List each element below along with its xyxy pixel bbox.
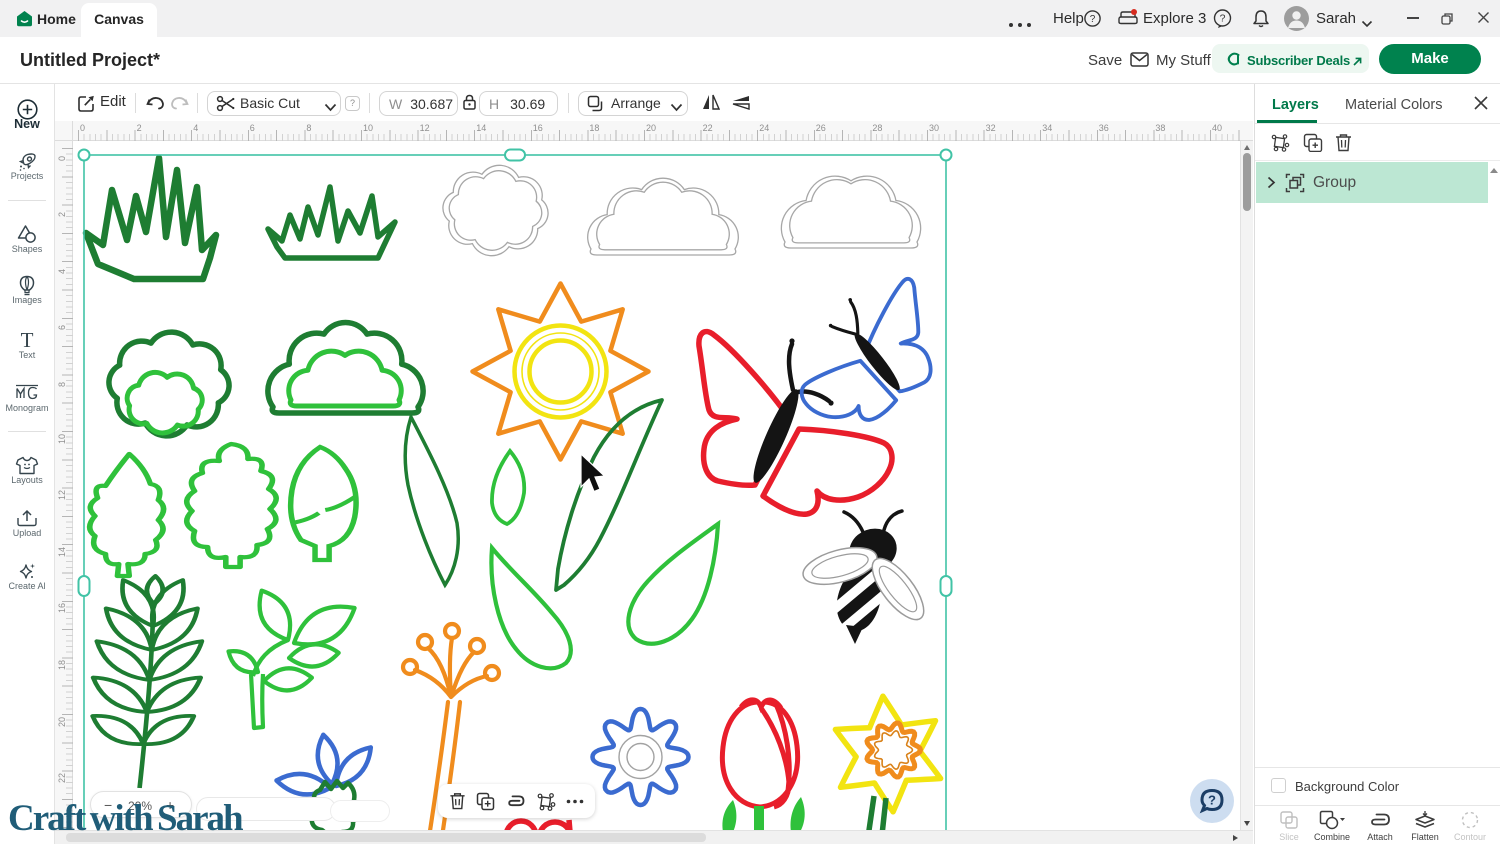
svg-text:?: ? bbox=[1090, 14, 1096, 25]
svg-text:?: ? bbox=[1208, 793, 1216, 808]
svg-text:?: ? bbox=[1220, 13, 1226, 25]
